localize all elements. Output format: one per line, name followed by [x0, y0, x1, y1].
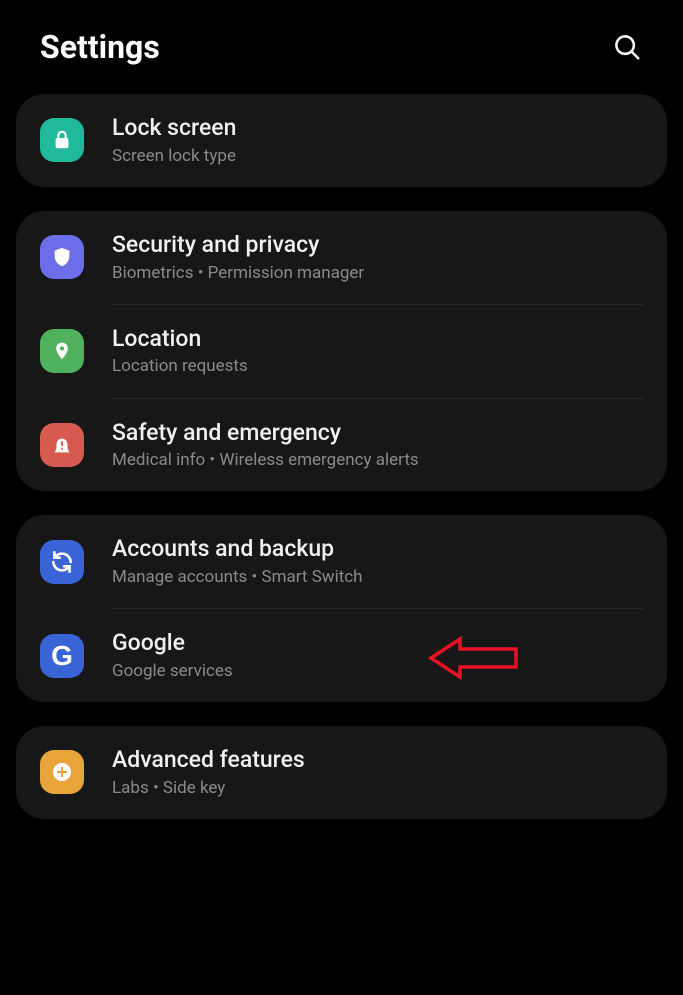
settings-item-lock-screen[interactable]: Lock screen Screen lock type [16, 94, 667, 187]
item-subtitle: Google services [112, 660, 643, 682]
settings-item-safety-emergency[interactable]: Safety and emergency Medical info • Wire… [16, 399, 667, 492]
advanced-gear-icon [40, 750, 84, 794]
item-title: Security and privacy [112, 231, 643, 260]
row-text: Location Location requests [112, 325, 643, 378]
row-text: Google Google services [112, 629, 643, 682]
item-subtitle: Manage accounts • Smart Switch [112, 566, 643, 588]
row-text: Security and privacy Biometrics • Permis… [112, 231, 643, 284]
settings-group-lock: Lock screen Screen lock type [16, 94, 667, 187]
search-icon [612, 32, 642, 62]
page-title: Settings [40, 28, 160, 66]
row-text: Safety and emergency Medical info • Wire… [112, 419, 643, 472]
settings-item-security-privacy[interactable]: Security and privacy Biometrics • Permis… [16, 211, 667, 304]
google-icon: G [40, 634, 84, 678]
settings-group-accounts: Accounts and backup Manage accounts • Sm… [16, 515, 667, 702]
row-text: Lock screen Screen lock type [112, 114, 643, 167]
settings-item-accounts-backup[interactable]: Accounts and backup Manage accounts • Sm… [16, 515, 667, 608]
lock-icon [40, 118, 84, 162]
item-subtitle: Screen lock type [112, 145, 643, 167]
item-title: Advanced features [112, 746, 643, 775]
item-title: Location [112, 325, 643, 354]
item-subtitle: Location requests [112, 355, 643, 377]
settings-item-location[interactable]: Location Location requests [16, 305, 667, 398]
item-subtitle: Biometrics • Permission manager [112, 262, 643, 284]
shield-icon [40, 235, 84, 279]
emergency-icon [40, 423, 84, 467]
item-title: Lock screen [112, 114, 643, 143]
location-pin-icon [40, 329, 84, 373]
row-text: Accounts and backup Manage accounts • Sm… [112, 535, 643, 588]
settings-item-advanced-features[interactable]: Advanced features Labs • Side key [16, 726, 667, 819]
settings-item-google[interactable]: G Google Google services [16, 609, 667, 702]
settings-group-security: Security and privacy Biometrics • Permis… [16, 211, 667, 492]
item-subtitle: Medical info • Wireless emergency alerts [112, 449, 643, 471]
row-text: Advanced features Labs • Side key [112, 746, 643, 799]
search-button[interactable] [611, 31, 643, 63]
settings-group-advanced: Advanced features Labs • Side key [16, 726, 667, 819]
item-subtitle: Labs • Side key [112, 777, 643, 799]
header: Settings [0, 0, 683, 94]
item-title: Safety and emergency [112, 419, 643, 448]
item-title: Accounts and backup [112, 535, 643, 564]
item-title: Google [112, 629, 643, 658]
sync-icon [40, 540, 84, 584]
